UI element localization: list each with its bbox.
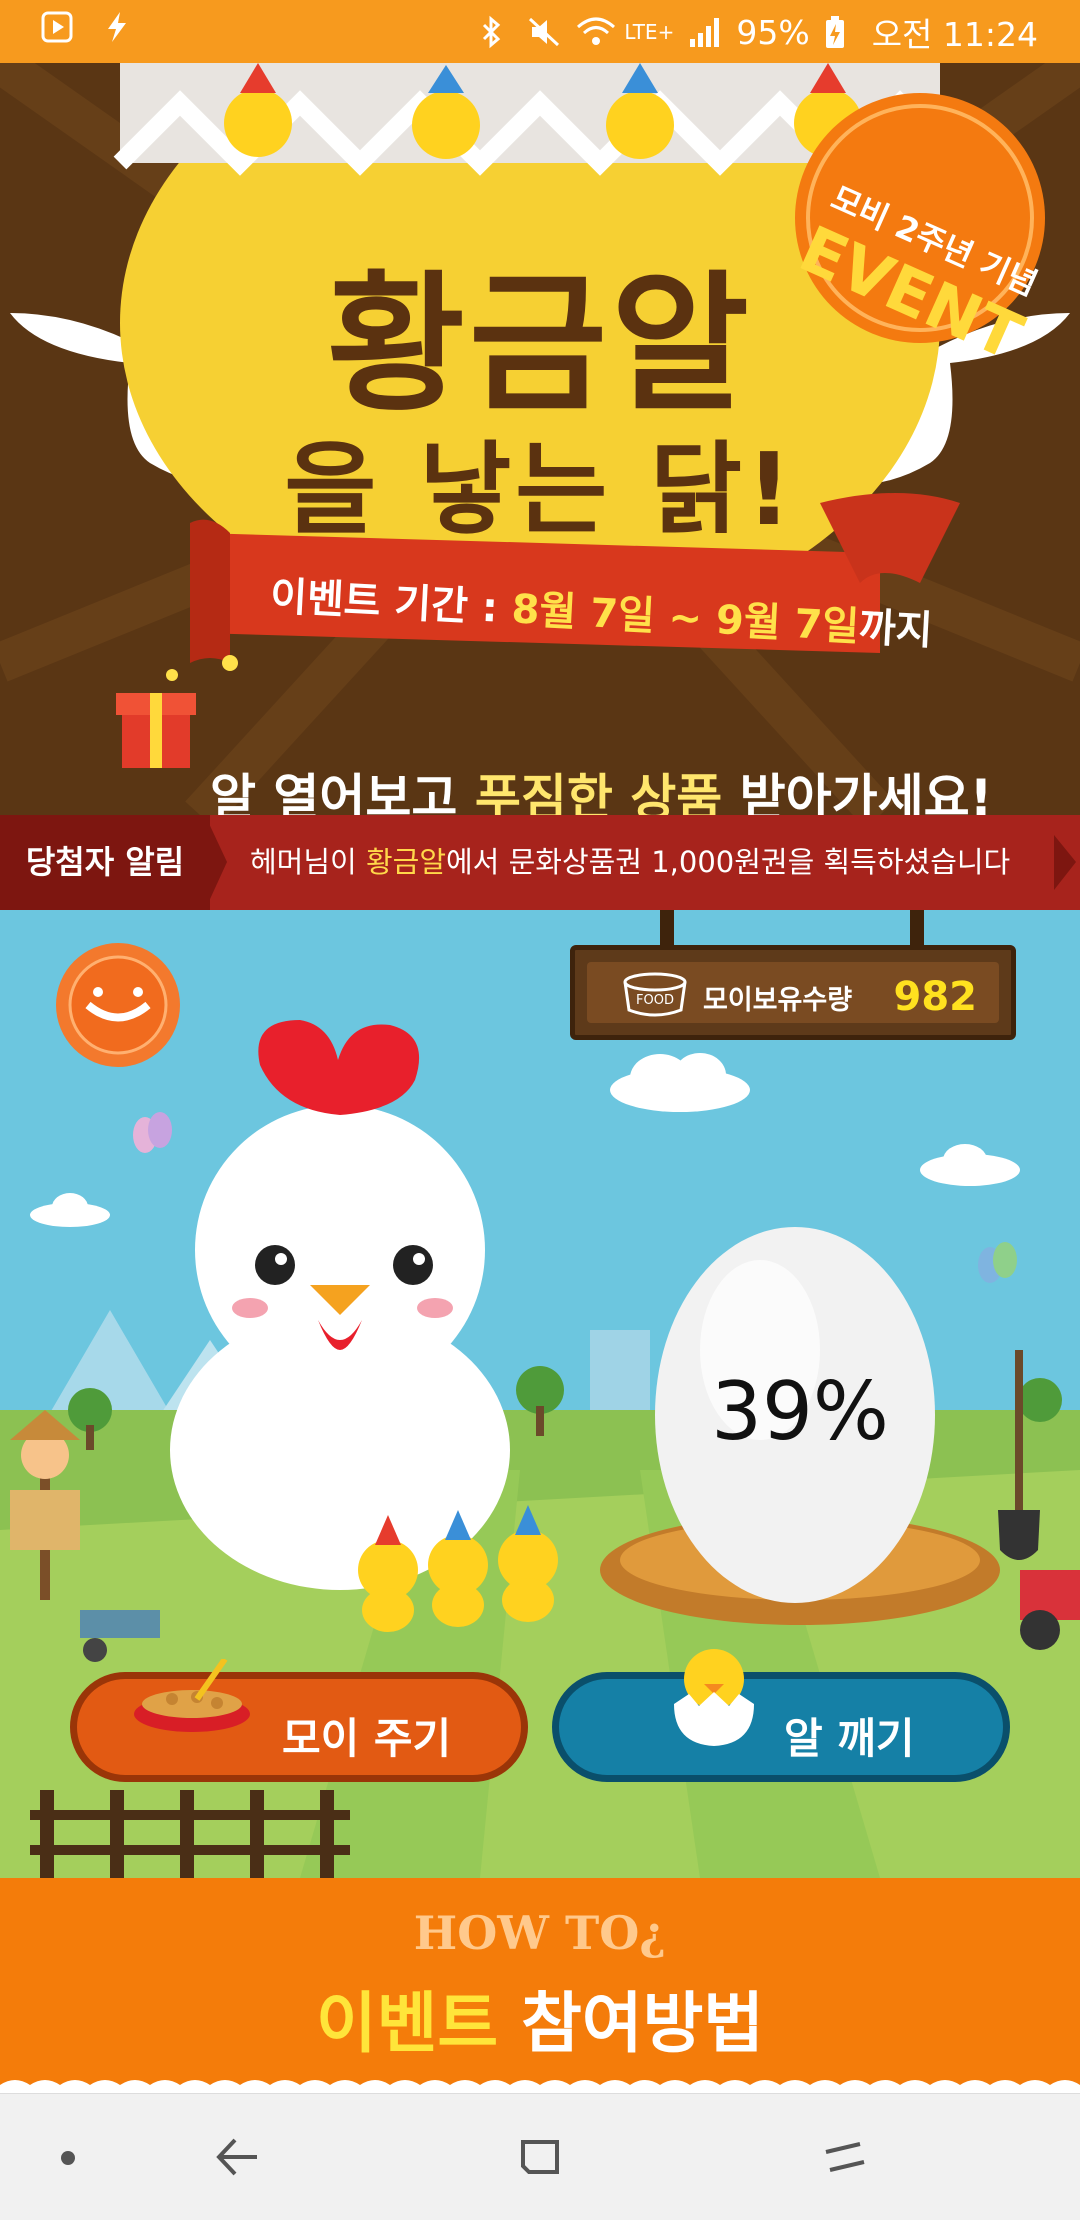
food-count-sign: FOOD 모이보유수량 982 xyxy=(570,945,1016,1040)
screen: LTE+ 95% 오전 11:24 황금알 을 낳는 닭! 이벤트 기간: 8… xyxy=(0,0,1080,2220)
banner-title-line2: 을 낳는 닭! xyxy=(284,431,796,548)
winner-msg-suffix: 에서 문화상품권 1,000원권을 획득하셨습니다 xyxy=(446,845,1011,879)
subtitle-suffix: 받아가세요! xyxy=(722,769,993,815)
banner-subtitle: 알 열어보고 푸짐한 상품 받아가세요! xyxy=(210,758,992,815)
hatching-chick-icon xyxy=(674,1649,754,1746)
signal-icon xyxy=(688,15,722,49)
how-to-title-rest: 참여방법 xyxy=(498,1985,765,2062)
navigation-bar xyxy=(0,2093,1080,2220)
winner-label: 당첨자 알림 xyxy=(0,815,210,910)
nav-dot-icon[interactable] xyxy=(58,2148,78,2168)
winner-message: 헤머님이 황금알에서 문화상품권 1,000원권을 획득하셨습니다 xyxy=(250,815,1040,910)
status-bar: LTE+ 95% 오전 11:24 xyxy=(0,0,1080,63)
network-type: LTE+ xyxy=(624,20,675,44)
event-period-prefix: 이벤트 기간 : xyxy=(269,573,513,633)
chicks-illustration xyxy=(358,1505,558,1632)
break-egg-button-label: 알 깨기 xyxy=(784,1714,915,1763)
event-period-suffix: 까지 xyxy=(857,604,934,655)
winner-arrow-right xyxy=(1054,835,1076,890)
break-egg-button[interactable]: 알 깨기 xyxy=(552,1649,1010,1782)
media-icon xyxy=(40,10,74,44)
subtitle-prefix: 알 열어보고 xyxy=(210,769,475,815)
food-bowl-icon: FOOD xyxy=(623,972,687,1017)
clock: 오전 11:24 xyxy=(871,15,1038,54)
winner-notice-bar: 당첨자 알림 헤머님이 황금알에서 문화상품권 1,000원권을 획득하셨습니다 xyxy=(0,815,1080,910)
battery-percent: 95% xyxy=(736,12,810,52)
event-banner: 황금알 을 낳는 닭! 이벤트 기간 : 8월 7일 ~ 9월 7일까지 알 열… xyxy=(0,63,1080,815)
how-to-title: 이벤트 참여방법 xyxy=(0,1970,1080,2066)
bluetooth-icon xyxy=(480,15,514,49)
feed-button-label: 모이 주기 xyxy=(282,1714,452,1763)
battery-icon xyxy=(824,15,858,49)
food-label: 모이보유수량 xyxy=(703,985,853,1016)
how-to-title-highlight: 이벤트 xyxy=(315,1985,499,2062)
egg-progress[interactable]: 39% xyxy=(640,1365,960,1458)
recent-apps-icon[interactable] xyxy=(515,2132,565,2182)
home-icon[interactable] xyxy=(820,2132,870,2182)
mute-icon xyxy=(528,15,562,49)
subtitle-highlight: 푸짐한 상품 xyxy=(474,769,723,815)
food-icon-text: FOOD xyxy=(636,993,674,1008)
winner-msg-prefix: 헤머님이 xyxy=(250,845,366,879)
scalloped-edge xyxy=(0,2080,1080,2095)
food-count: 982 xyxy=(893,974,978,1020)
back-icon[interactable] xyxy=(213,2132,263,2182)
hen-illustration xyxy=(170,1020,510,1590)
flash-icon xyxy=(100,10,134,44)
how-to-section: HOW TO¿ 이벤트 참여방법 xyxy=(0,1878,1080,2095)
game-scene: FOOD 모이보유수량 982 39% 모이 주기 알 깨기 xyxy=(0,910,1080,1878)
feed-button[interactable]: 모이 주기 xyxy=(70,1659,528,1782)
how-to-english-title: HOW TO¿ xyxy=(413,1906,667,1960)
winner-msg-highlight: 황금알 xyxy=(365,845,446,879)
feed-bowl-icon xyxy=(134,1659,250,1732)
sun-icon xyxy=(56,943,180,1067)
wifi-icon xyxy=(576,15,616,49)
